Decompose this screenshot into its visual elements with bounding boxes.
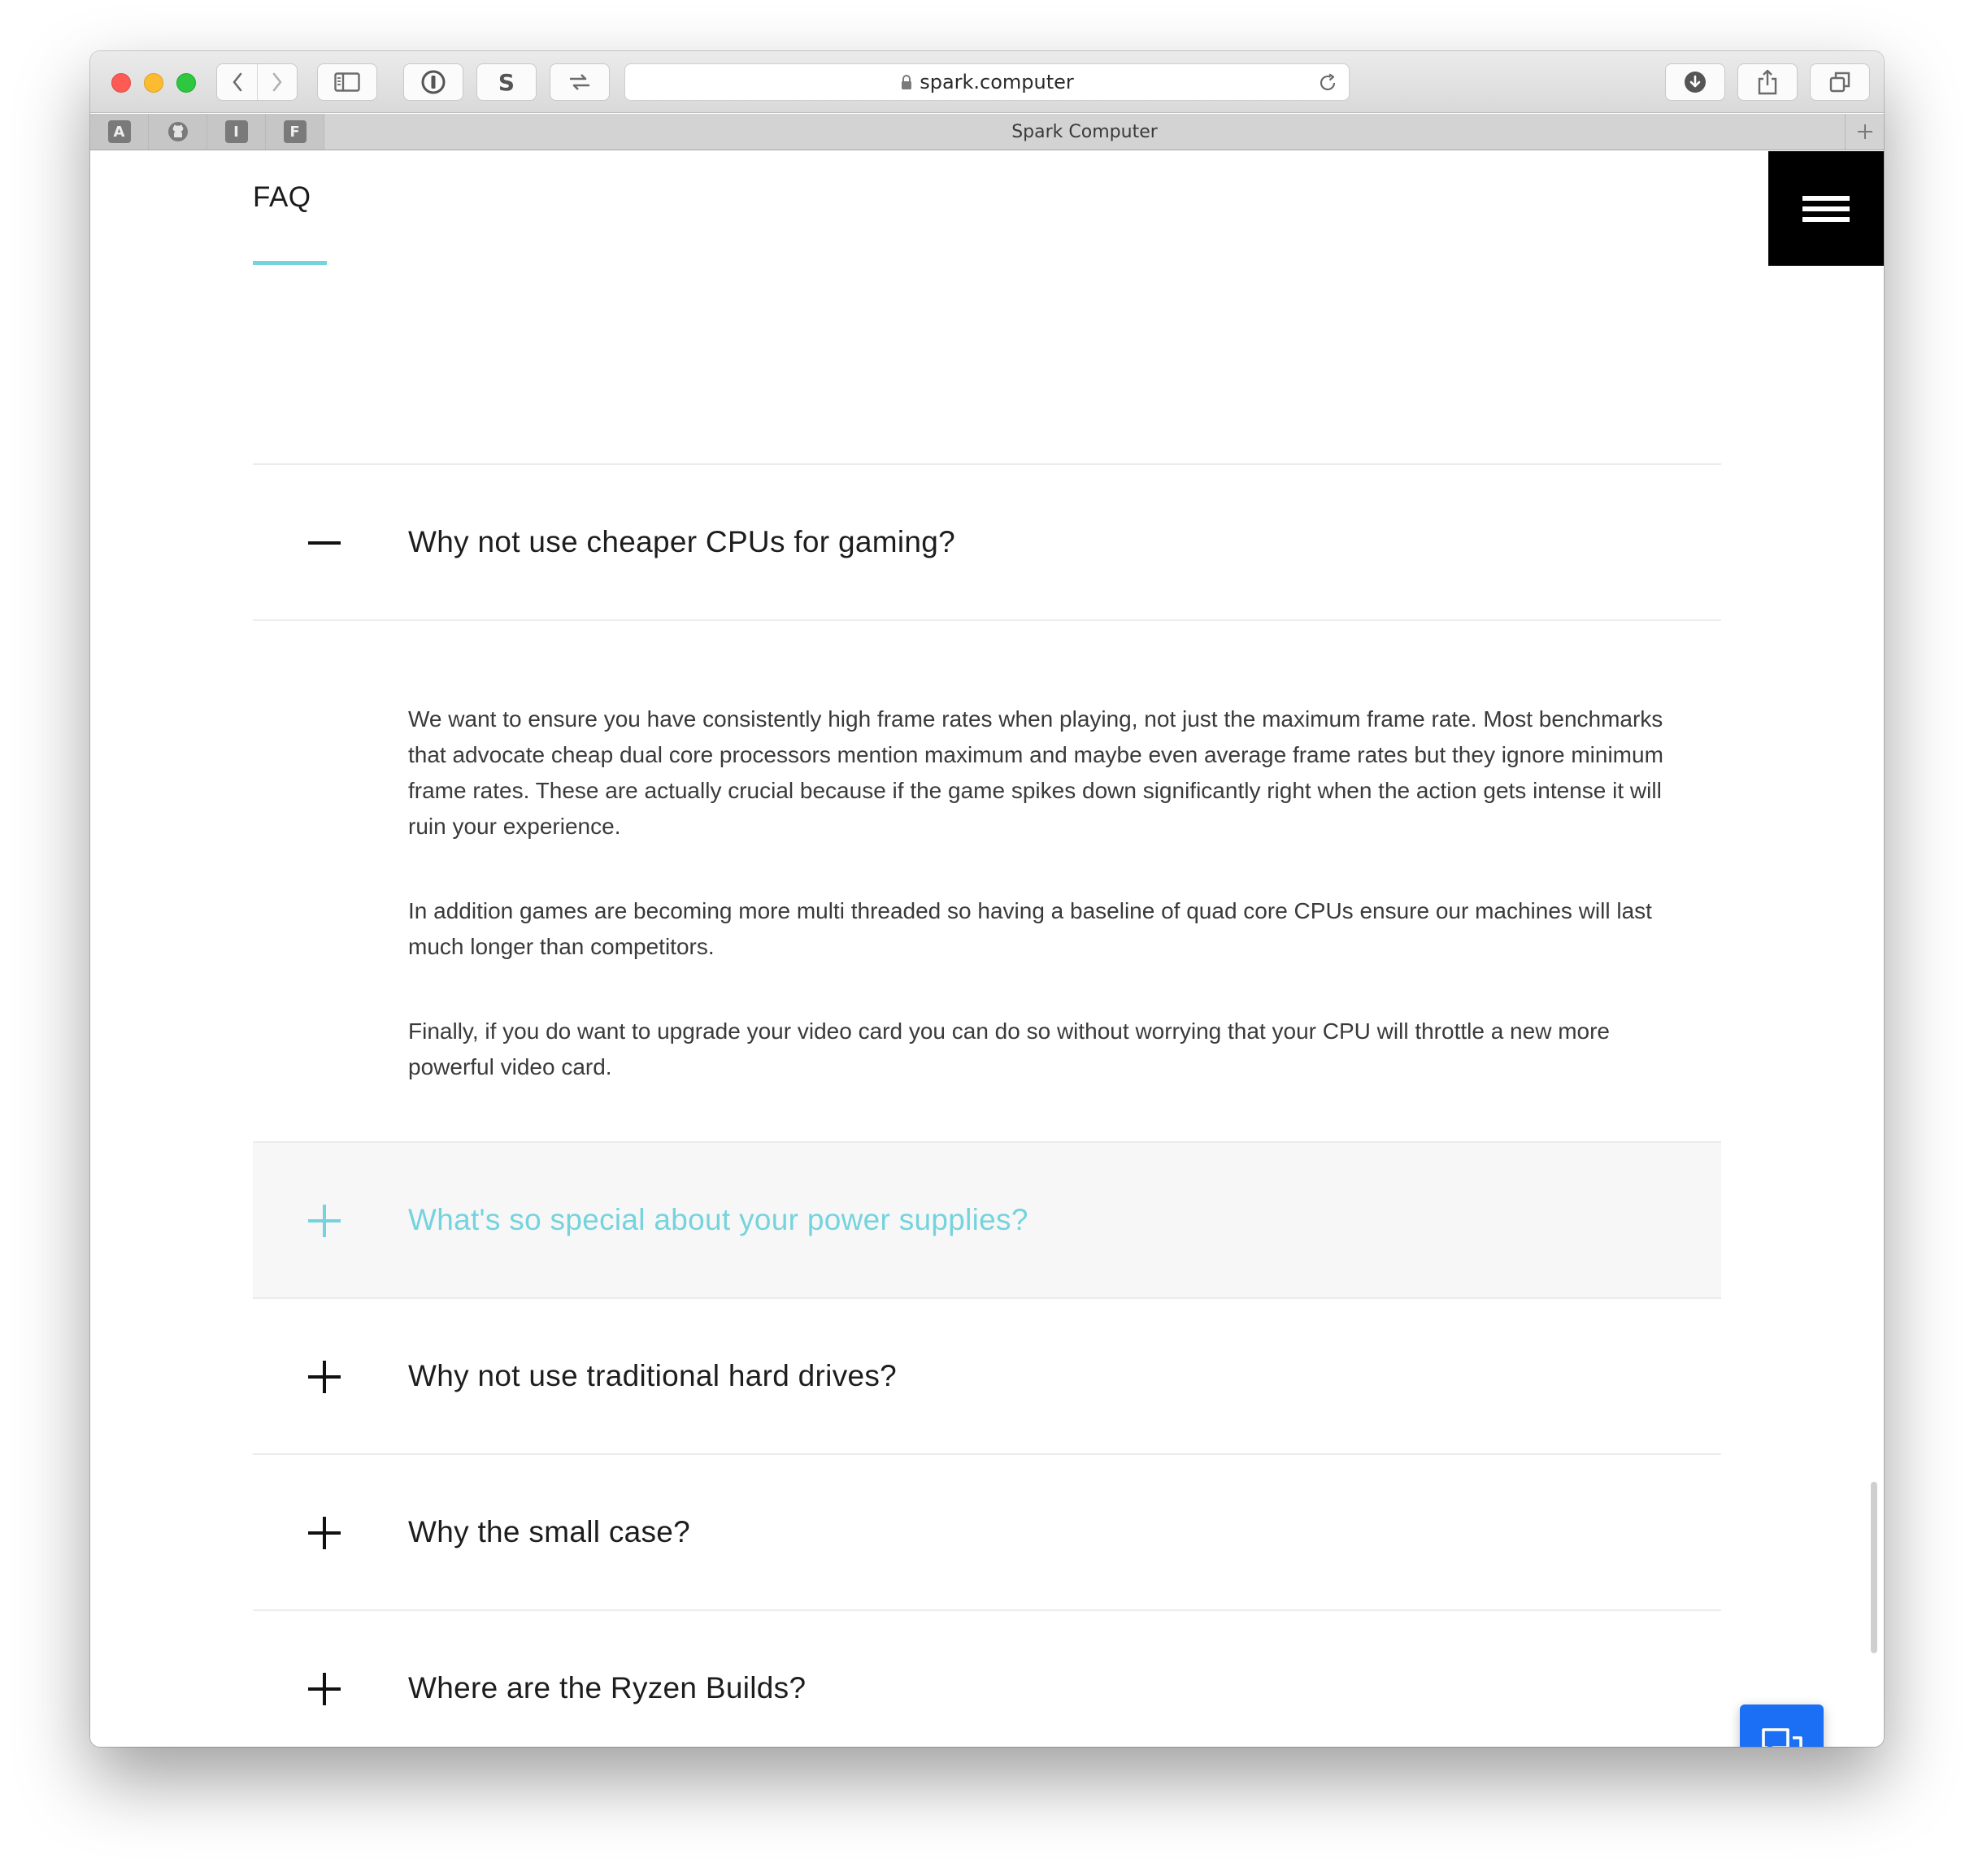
minimize-window-button[interactable] <box>144 73 163 93</box>
plus-icon <box>308 1517 341 1549</box>
scrollbar[interactable] <box>1871 1482 1877 1653</box>
sidebar-icon <box>334 72 360 92</box>
plus-icon <box>308 1673 341 1705</box>
pinned-tab-a[interactable]: A <box>90 114 149 150</box>
page-content: FAQ Why not use cheaper CPUs for gaming?… <box>90 151 1884 1747</box>
menu-button[interactable] <box>1768 151 1884 266</box>
chevron-right-icon <box>272 72 282 92</box>
faq-question: Why not use traditional hard drives? <box>408 1359 898 1392</box>
share-icon <box>1758 69 1777 95</box>
extension-transfer-button[interactable] <box>550 63 610 101</box>
letter-f-icon: F <box>283 120 307 143</box>
password-manager-button[interactable] <box>403 63 463 101</box>
lock-icon <box>900 74 913 90</box>
address-bar[interactable]: spark.computer <box>624 63 1350 101</box>
faq-question: What's so special about your power suppl… <box>408 1203 1028 1236</box>
sidebar-button[interactable] <box>317 63 377 101</box>
hamburger-icon <box>1802 190 1850 228</box>
faq-list: Why not use cheaper CPUs for gaming? We … <box>253 463 1721 1747</box>
extension-s-icon: S <box>498 68 515 96</box>
page-title: FAQ <box>253 181 311 213</box>
browser-window: S spark.computer A I F Spark Computer FA… <box>90 51 1884 1747</box>
url-text: spark.computer <box>920 71 1074 93</box>
reload-icon[interactable] <box>1318 73 1337 97</box>
chevron-left-icon <box>233 72 241 92</box>
active-tab[interactable]: Spark Computer <box>324 114 1845 150</box>
faq-item-power-supplies[interactable]: What's so special about your power suppl… <box>253 1143 1721 1299</box>
chat-icon <box>1761 1727 1802 1747</box>
letter-a-icon: A <box>107 120 131 143</box>
minus-icon <box>308 541 341 545</box>
tabs-icon <box>1829 72 1850 93</box>
pinned-tab-github[interactable] <box>149 114 207 150</box>
zoom-window-button[interactable] <box>176 73 196 93</box>
download-icon <box>1685 72 1706 93</box>
faq-item-cheaper-cpus[interactable]: Why not use cheaper CPUs for gaming? <box>253 465 1721 621</box>
tabs-overview-button[interactable] <box>1810 63 1870 101</box>
plus-icon <box>308 1205 341 1237</box>
faq-question: Why the small case? <box>408 1515 691 1548</box>
plus-icon <box>1857 124 1872 139</box>
faq-item-ryzen-builds[interactable]: Where are the Ryzen Builds? <box>253 1611 1721 1747</box>
tab-bar: A I F Spark Computer <box>90 114 1884 150</box>
pinned-tab-i[interactable]: I <box>207 114 266 150</box>
back-button[interactable] <box>217 64 257 100</box>
letter-i-icon: I <box>224 120 248 143</box>
answer-paragraph: We want to ensure you have consistently … <box>408 706 1663 839</box>
answer-paragraph: In addition games are becoming more mult… <box>408 898 1652 959</box>
share-button[interactable] <box>1737 63 1798 101</box>
onepassword-icon <box>421 70 446 94</box>
extension-s-button[interactable]: S <box>476 63 537 101</box>
answer-paragraph: Finally, if you do want to upgrade your … <box>408 1018 1610 1079</box>
title-underline <box>253 261 327 265</box>
faq-item-small-case[interactable]: Why the small case? <box>253 1455 1721 1611</box>
arrows-swap-icon <box>570 74 589 90</box>
faq-answer: We want to ensure you have consistently … <box>253 621 1721 1143</box>
faq-question: Where are the Ryzen Builds? <box>408 1671 807 1704</box>
github-icon <box>167 122 188 141</box>
navigation-buttons <box>216 63 298 101</box>
pinned-tab-f[interactable]: F <box>266 114 324 150</box>
downloads-button[interactable] <box>1665 63 1725 101</box>
browser-toolbar: S spark.computer <box>90 51 1884 113</box>
faq-item-hard-drives[interactable]: Why not use traditional hard drives? <box>253 1299 1721 1455</box>
chat-button[interactable] <box>1740 1704 1824 1747</box>
close-window-button[interactable] <box>111 73 131 93</box>
new-tab-button[interactable] <box>1845 114 1884 150</box>
faq-question: Why not use cheaper CPUs for gaming? <box>408 525 956 558</box>
plus-icon <box>308 1361 341 1393</box>
forward-button[interactable] <box>257 64 297 100</box>
